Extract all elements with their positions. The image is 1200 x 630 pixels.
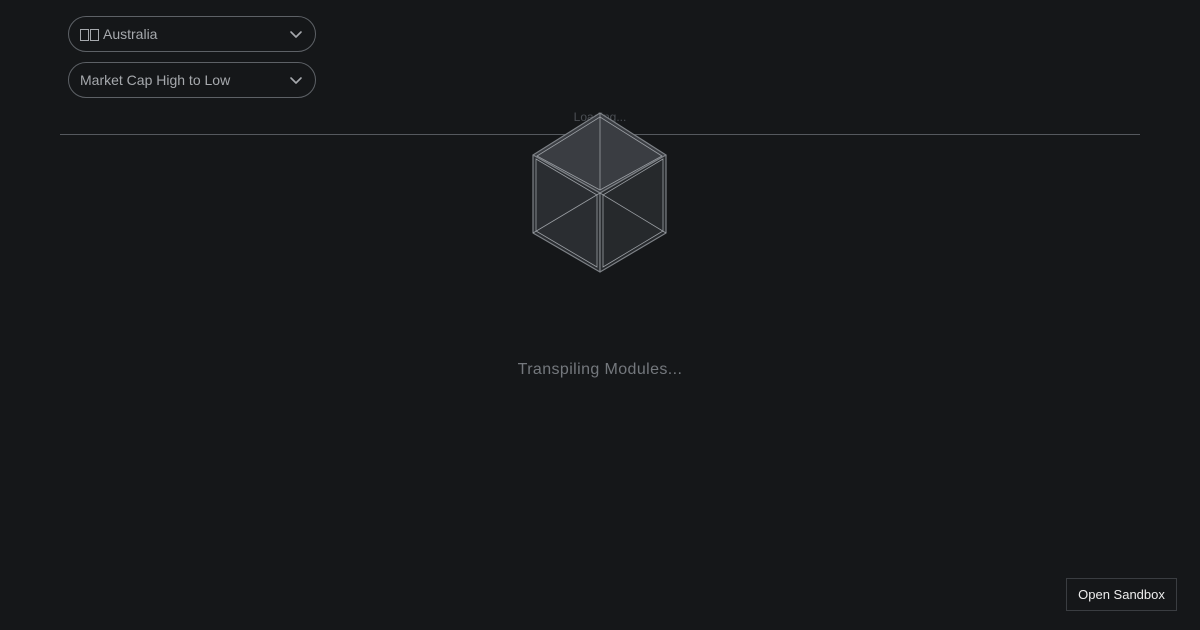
country-label: Australia	[103, 26, 158, 42]
open-sandbox-button[interactable]: Open Sandbox	[1066, 578, 1177, 611]
sort-select-value: Market Cap High to Low	[80, 72, 231, 88]
country-select-value: Australia	[80, 26, 289, 42]
flag-icon	[80, 29, 99, 41]
country-select[interactable]: Australia	[68, 16, 316, 52]
loading-cube-icon	[532, 112, 667, 273]
chevron-down-icon	[290, 77, 302, 84]
loading-status-text: Transpiling Modules...	[517, 361, 683, 378]
sort-select[interactable]: Market Cap High to Low	[68, 62, 316, 98]
chevron-down-icon	[290, 31, 302, 38]
